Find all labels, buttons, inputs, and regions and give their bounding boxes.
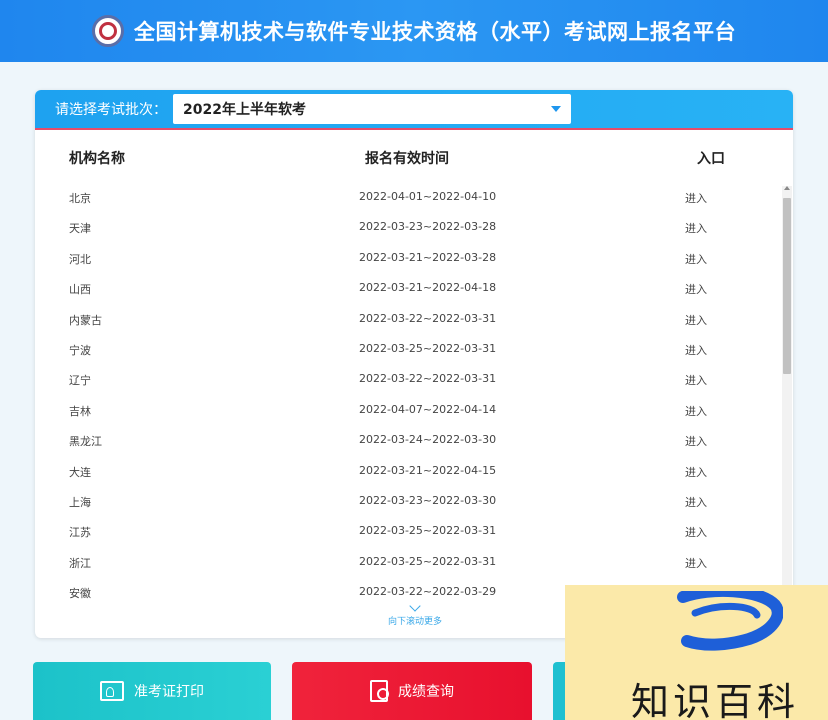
ticket-print-button[interactable]: 准考证打印 xyxy=(33,662,271,720)
registration-period: 2022-03-21~2022-04-15 xyxy=(359,463,497,477)
table-row: 吉林 2022-04-07~2022-04-14 进入 xyxy=(35,399,780,429)
table-row: 黑龙江 2022-03-24~2022-03-30 进入 xyxy=(35,429,780,459)
table-row: 内蒙古 2022-03-22~2022-03-31 进入 xyxy=(35,308,780,338)
institution-name: 内蒙古 xyxy=(69,313,102,327)
institution-name: 吉林 xyxy=(69,404,91,418)
scroll-more-label: 向下滚动更多 xyxy=(387,617,442,627)
batch-bar: 请选择考试批次： 2022年上半年软考 xyxy=(35,90,793,130)
column-header-entry: 入口 xyxy=(697,151,725,167)
institution-name: 上海 xyxy=(69,496,91,509)
registration-period: 2022-03-25~2022-03-31 xyxy=(359,524,497,538)
institution-name: 宁波 xyxy=(69,344,91,357)
registration-period: 2022-03-22~2022-03-31 xyxy=(359,372,497,386)
registration-period: 2022-03-23~2022-03-28 xyxy=(359,220,497,234)
table-row: 宁波 2022-03-25~2022-03-31 进入 xyxy=(35,338,780,368)
header-bar: 全国计算机技术与软件专业技术资格（水平）考试网上报名平台 xyxy=(0,0,828,62)
institution-name: 河北 xyxy=(69,252,91,266)
institution-name: 安徽 xyxy=(69,587,91,601)
registration-period: 2022-03-21~2022-03-28 xyxy=(359,250,497,264)
institution-name: 江苏 xyxy=(69,526,91,540)
entry-link[interactable]: 进入 xyxy=(685,555,707,571)
table-row: 江苏 2022-03-25~2022-03-31 进入 xyxy=(35,520,780,550)
entry-link[interactable]: 进入 xyxy=(685,494,707,510)
watermark-text: 知识百科 xyxy=(631,680,800,720)
ticket-print-label: 准考证打印 xyxy=(134,684,204,700)
chevron-down-icon xyxy=(409,600,421,612)
table-row: 浙江 2022-03-25~2022-03-31 进入 xyxy=(35,551,780,581)
batch-selected-value: 2022年上半年软考 xyxy=(183,102,306,118)
institution-name: 天津 xyxy=(69,222,91,236)
score-query-button[interactable]: 成绩查询 xyxy=(292,662,532,720)
registration-period: 2022-03-23~2022-03-30 xyxy=(359,494,497,507)
score-query-label: 成绩查询 xyxy=(398,684,454,700)
institution-name: 浙江 xyxy=(69,556,91,570)
entry-link[interactable]: 进入 xyxy=(685,312,707,328)
entry-link[interactable]: 进入 xyxy=(685,281,707,297)
table-row: 大连 2022-03-21~2022-04-15 进入 xyxy=(35,460,780,490)
registration-period: 2022-04-01~2022-04-10 xyxy=(359,190,497,203)
registration-period: 2022-03-22~2022-03-29 xyxy=(359,585,497,599)
institution-name: 山西 xyxy=(69,283,91,297)
scroll-more-link[interactable]: 向下滚动更多 xyxy=(365,600,465,627)
table-row: 北京 2022-04-01~2022-04-10 进入 xyxy=(35,186,780,216)
table-row: 辽宁 2022-03-22~2022-03-31 进入 xyxy=(35,368,780,398)
page-title: 全国计算机技术与软件专业技术资格（水平）考试网上报名平台 xyxy=(134,20,736,44)
entry-link[interactable]: 进入 xyxy=(685,342,707,358)
table-row: 上海 2022-03-23~2022-03-30 进入 xyxy=(35,490,780,520)
table-row: 天津 2022-03-23~2022-03-28 进入 xyxy=(35,216,780,246)
institution-name: 北京 xyxy=(69,192,91,205)
table-row: 河北 2022-03-21~2022-03-28 进入 xyxy=(35,247,780,277)
batch-label: 请选择考试批次： xyxy=(55,102,167,118)
entry-link[interactable]: 进入 xyxy=(685,251,707,267)
registration-panel: 请选择考试批次： 2022年上半年软考 机构名称 报名有效时间 入口 北京 202… xyxy=(35,90,793,638)
registration-period: 2022-03-21~2022-04-18 xyxy=(359,281,497,295)
registration-period: 2022-03-22~2022-03-31 xyxy=(359,311,497,325)
entry-link[interactable]: 进入 xyxy=(685,433,707,449)
scrollbar-thumb[interactable] xyxy=(783,198,791,374)
scroll-up-icon[interactable] xyxy=(784,186,790,190)
batch-select[interactable]: 2022年上半年软考 xyxy=(173,94,571,124)
column-header-institution: 机构名称 xyxy=(69,151,125,167)
table-header: 机构名称 报名有效时间 入口 xyxy=(35,148,793,172)
column-header-period: 报名有效时间 xyxy=(365,151,449,167)
institution-name: 大连 xyxy=(69,465,91,479)
id-card-icon xyxy=(100,681,124,701)
institution-name: 辽宁 xyxy=(69,374,91,388)
entry-link[interactable]: 进入 xyxy=(685,464,707,480)
table-row: 山西 2022-03-21~2022-04-18 进入 xyxy=(35,277,780,307)
watermark: 知识百科 xyxy=(565,585,828,720)
search-document-icon xyxy=(370,680,389,702)
entry-link[interactable]: 进入 xyxy=(685,190,707,206)
registration-period: 2022-03-25~2022-03-31 xyxy=(359,554,497,568)
registration-period: 2022-04-07~2022-04-14 xyxy=(359,402,497,416)
chevron-down-icon xyxy=(551,106,561,112)
entry-link[interactable]: 进入 xyxy=(685,220,707,236)
institution-name: 黑龙江 xyxy=(69,435,102,449)
site-logo-icon xyxy=(92,15,124,47)
entry-link[interactable]: 进入 xyxy=(685,524,707,540)
table-scrollbar[interactable] xyxy=(782,186,792,591)
entry-link[interactable]: 进入 xyxy=(685,372,707,388)
watermark-logo-icon xyxy=(677,591,783,651)
entry-link[interactable]: 进入 xyxy=(685,403,707,419)
registration-period: 2022-03-25~2022-03-31 xyxy=(359,342,497,355)
registration-period: 2022-03-24~2022-03-30 xyxy=(359,433,497,447)
